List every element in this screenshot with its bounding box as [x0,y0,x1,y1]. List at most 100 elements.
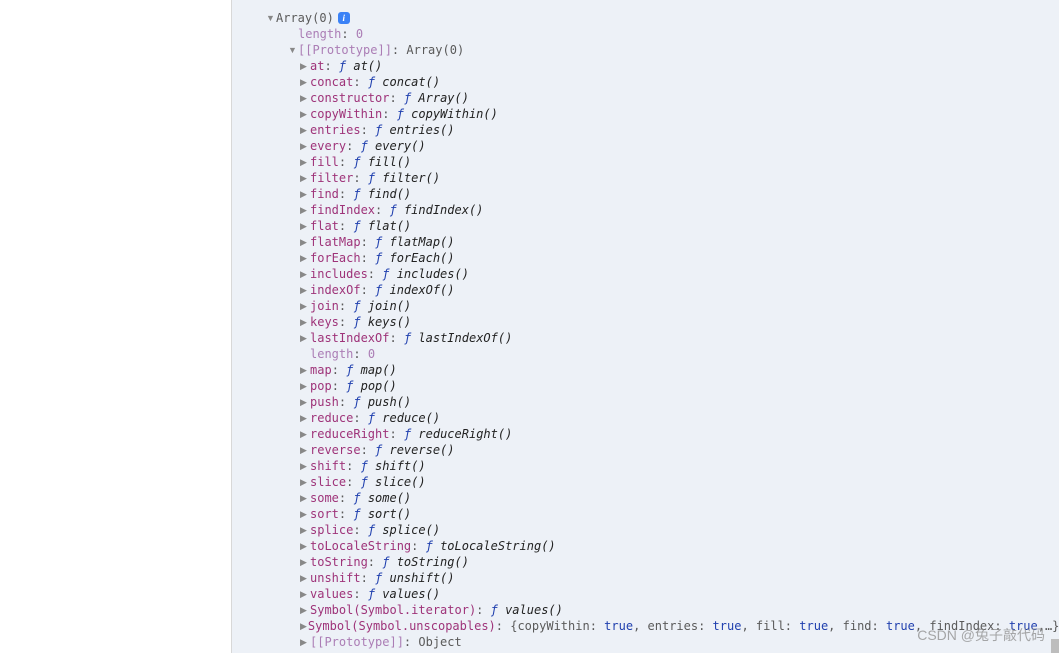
collapse-arrow-icon[interactable] [300,154,309,170]
collapse-arrow-icon[interactable] [300,570,309,586]
collapse-arrow-icon[interactable] [300,394,309,410]
collapse-arrow-icon[interactable] [300,90,309,106]
method-row-symbol-unscopables[interactable]: Symbol(Symbol.unscopables) : {copyWithin… [238,618,1053,634]
method-row-join[interactable]: join: ƒ join() [238,298,1053,314]
collapse-arrow-icon[interactable] [300,202,309,218]
method-row-includes[interactable]: includes: ƒ includes() [238,266,1053,282]
method-row-flat[interactable]: flat: ƒ flat() [238,218,1053,234]
method-row-map[interactable]: map: ƒ map() [238,362,1053,378]
scrollbar-vertical[interactable] [1051,639,1059,653]
method-row-unshift[interactable]: unshift: ƒ unshift() [238,570,1053,586]
method-key: filter [310,170,353,186]
collapse-arrow-icon[interactable] [300,474,309,490]
collapse-arrow-icon[interactable] [300,298,309,314]
function-f-icon: ƒ [375,442,389,458]
info-icon[interactable]: i [338,12,350,24]
method-key: findIndex [310,202,375,218]
collapse-arrow-icon[interactable] [300,106,309,122]
function-name: reduceRight() [418,426,512,442]
collapse-arrow-icon[interactable] [300,458,309,474]
method-row-toString[interactable]: toString: ƒ toString() [238,554,1053,570]
collapse-arrow-icon[interactable] [300,554,309,570]
collapse-arrow-icon[interactable] [300,282,309,298]
method-key: map [310,362,332,378]
proto-key: [[Prototype]] [298,42,392,58]
method-row-sort[interactable]: sort: ƒ sort() [238,506,1053,522]
collapse-arrow-icon[interactable] [300,138,309,154]
collapse-arrow-icon[interactable] [300,410,309,426]
method-row-toLocaleString[interactable]: toLocaleString: ƒ toLocaleString() [238,538,1053,554]
proto-key: [[Prototype]] [310,634,404,650]
collapse-arrow-icon[interactable] [300,378,309,394]
method-row-symbol-iterator[interactable]: Symbol(Symbol.iterator) : ƒ values() [238,602,1053,618]
collapse-arrow-icon[interactable] [300,442,309,458]
function-f-icon: ƒ [353,154,367,170]
method-row-concat[interactable]: concat: ƒ concat() [238,74,1053,90]
method-row-shift[interactable]: shift: ƒ shift() [238,458,1053,474]
method-row-entries[interactable]: entries: ƒ entries() [238,122,1053,138]
collapse-arrow-icon[interactable] [300,506,309,522]
function-f-icon: ƒ [404,90,418,106]
collapse-arrow-icon[interactable] [300,490,309,506]
collapse-arrow-icon[interactable] [300,218,309,234]
property-row-length-inner[interactable]: length : 0 [238,346,1053,362]
collapse-arrow-icon[interactable] [300,122,309,138]
collapse-arrow-icon[interactable] [300,314,309,330]
collapse-arrow-icon[interactable] [300,602,309,618]
method-key: slice [310,474,346,490]
object-preview: {copyWithin: true, entries: true, fill: … [510,618,1059,634]
root-label: Array(0) [276,10,334,26]
method-row-splice[interactable]: splice: ƒ splice() [238,522,1053,538]
collapse-arrow-icon[interactable] [300,330,309,346]
method-row-copyWithin[interactable]: copyWithin: ƒ copyWithin() [238,106,1053,122]
prop-key: length [298,26,341,42]
method-row-some[interactable]: some: ƒ some() [238,490,1053,506]
collapse-arrow-icon[interactable] [300,586,309,602]
method-row-filter[interactable]: filter: ƒ filter() [238,170,1053,186]
function-name: forEach() [389,250,454,266]
collapse-arrow-icon[interactable] [300,618,307,634]
method-key: includes [310,266,368,282]
expand-arrow-icon[interactable] [288,42,297,58]
collapse-arrow-icon[interactable] [300,266,309,282]
method-key: every [310,138,346,154]
method-row-findIndex[interactable]: findIndex: ƒ findIndex() [238,202,1053,218]
method-row-pop[interactable]: pop: ƒ pop() [238,378,1053,394]
method-row-flatMap[interactable]: flatMap: ƒ flatMap() [238,234,1053,250]
method-row-fill[interactable]: fill: ƒ fill() [238,154,1053,170]
collapse-arrow-icon[interactable] [300,362,309,378]
collapse-arrow-icon[interactable] [300,170,309,186]
function-name: push() [368,394,411,410]
collapse-arrow-icon[interactable] [300,634,309,650]
method-row-indexOf[interactable]: indexOf: ƒ indexOf() [238,282,1053,298]
prototype-row-object[interactable]: [[Prototype]] : Object [238,634,1053,650]
collapse-arrow-icon[interactable] [300,58,309,74]
method-row-values[interactable]: values: ƒ values() [238,586,1053,602]
function-name: sort() [368,506,411,522]
method-key: toString [310,554,368,570]
method-row-reduce[interactable]: reduce: ƒ reduce() [238,410,1053,426]
method-row-push[interactable]: push: ƒ push() [238,394,1053,410]
method-row-slice[interactable]: slice: ƒ slice() [238,474,1053,490]
tree-root-row[interactable]: Array(0) i [238,10,1053,26]
method-row-lastIndexOf[interactable]: lastIndexOf: ƒ lastIndexOf() [238,330,1053,346]
method-row-forEach[interactable]: forEach: ƒ forEach() [238,250,1053,266]
collapse-arrow-icon[interactable] [300,250,309,266]
method-row-constructor[interactable]: constructor: ƒ Array() [238,90,1053,106]
collapse-arrow-icon[interactable] [300,522,309,538]
method-row-reverse[interactable]: reverse: ƒ reverse() [238,442,1053,458]
collapse-arrow-icon[interactable] [300,74,309,90]
method-row-keys[interactable]: keys: ƒ keys() [238,314,1053,330]
method-row-reduceRight[interactable]: reduceRight: ƒ reduceRight() [238,426,1053,442]
collapse-arrow-icon[interactable] [300,186,309,202]
expand-arrow-icon[interactable] [266,10,275,26]
prototype-row[interactable]: [[Prototype]] : Array(0) [238,42,1053,58]
method-key: splice [310,522,353,538]
method-row-every[interactable]: every: ƒ every() [238,138,1053,154]
property-row-length[interactable]: length : 0 [238,26,1053,42]
collapse-arrow-icon[interactable] [300,538,309,554]
collapse-arrow-icon[interactable] [300,234,309,250]
collapse-arrow-icon[interactable] [300,426,309,442]
method-row-at[interactable]: at: ƒ at() [238,58,1053,74]
method-row-find[interactable]: find: ƒ find() [238,186,1053,202]
